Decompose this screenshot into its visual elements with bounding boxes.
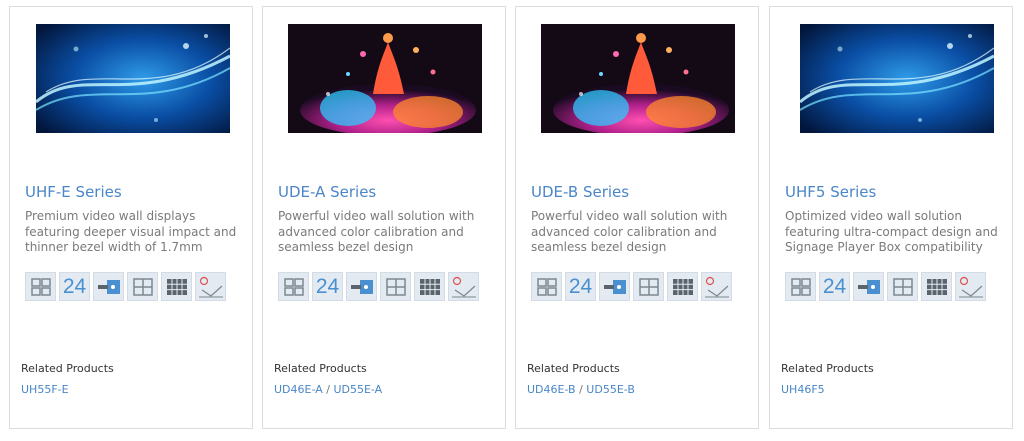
- feature-icons: 24: [531, 272, 732, 301]
- quad-screen-icon: [633, 272, 664, 301]
- description-line: seamless bezel design: [278, 240, 414, 254]
- multi-screen-grid-icon: [667, 272, 698, 301]
- description-line: Signage Player Box compatibility: [785, 240, 983, 254]
- related-product-link[interactable]: UD55E-A: [333, 383, 382, 396]
- video-wall-grid-icon: [785, 272, 816, 301]
- series-title[interactable]: UHF5 Series: [785, 183, 1004, 201]
- related-product-link[interactable]: UD55E-B: [586, 383, 635, 396]
- 24-hour-operation-icon: 24: [819, 272, 850, 301]
- related-product-link[interactable]: UH46F5: [781, 383, 825, 396]
- description-line: Powerful video wall solution with: [278, 209, 475, 223]
- video-wall-grid-icon: [278, 272, 309, 301]
- description-line: featuring ultra-compact design and: [785, 224, 998, 239]
- multi-screen-grid-icon: [414, 272, 445, 301]
- 24-hour-operation-icon: 24: [312, 272, 343, 301]
- link-separator: /: [575, 383, 587, 396]
- color-calibration-icon: [701, 272, 732, 301]
- related-products-label: Related Products: [781, 362, 874, 375]
- color-calibration-icon: [448, 272, 479, 301]
- series-description: Premium video wall displays featuring de…: [25, 209, 244, 256]
- series-description: Powerful video wall solution with advanc…: [531, 209, 750, 256]
- 24-hour-operation-icon: 24: [565, 272, 596, 301]
- product-card: UDE-A Series Powerful video wall solutio…: [262, 6, 506, 429]
- product-card: UHF5 Series Optimized video wall solutio…: [769, 6, 1013, 429]
- quad-screen-icon: [380, 272, 411, 301]
- feature-icons: 24: [25, 272, 226, 301]
- product-image[interactable]: [800, 24, 994, 133]
- related-products-links: UD46E-A / UD55E-A: [274, 383, 382, 396]
- link-separator: /: [322, 383, 334, 396]
- product-card: UDE-B Series Powerful video wall solutio…: [515, 6, 759, 429]
- video-wall-grid-icon: [25, 272, 56, 301]
- quad-screen-icon: [887, 272, 918, 301]
- related-products-links: UD46E-B / UD55E-B: [527, 383, 635, 396]
- product-image[interactable]: [541, 24, 735, 133]
- description-line: Premium video wall displays: [25, 209, 196, 223]
- description-line: seamless bezel design: [531, 240, 667, 254]
- color-calibration-icon: [195, 272, 226, 301]
- related-products-label: Related Products: [527, 362, 620, 375]
- 24-hour-operation-icon: 24: [59, 272, 90, 301]
- color-calibration-icon: [955, 272, 986, 301]
- related-products-label: Related Products: [21, 362, 114, 375]
- series-title[interactable]: UDE-A Series: [278, 183, 497, 201]
- quad-screen-icon: [127, 272, 158, 301]
- feature-icons: 24: [278, 272, 479, 301]
- media-player-icon: [853, 272, 884, 301]
- media-player-icon: [93, 272, 124, 301]
- media-player-icon: [346, 272, 377, 301]
- description-line: thinner bezel width of 1.7mm: [25, 240, 203, 254]
- related-product-link[interactable]: UD46E-A: [274, 383, 323, 396]
- product-card: UHF-E Series Premium video wall displays…: [9, 6, 253, 429]
- multi-screen-grid-icon: [161, 272, 192, 301]
- multi-screen-grid-icon: [921, 272, 952, 301]
- related-products-links: UH46F5: [781, 383, 825, 396]
- description-line: advanced color calibration and: [278, 224, 464, 239]
- description-line: advanced color calibration and: [531, 224, 717, 239]
- series-description: Optimized video wall solution featuring …: [785, 209, 1004, 256]
- feature-icons: 24: [785, 272, 986, 301]
- related-product-link[interactable]: UD46E-B: [527, 383, 576, 396]
- series-title[interactable]: UHF-E Series: [25, 183, 244, 201]
- related-products-links: UH55F-E: [21, 383, 69, 396]
- related-product-link[interactable]: UH55F-E: [21, 383, 69, 396]
- media-player-icon: [599, 272, 630, 301]
- product-image[interactable]: [36, 24, 230, 133]
- description-line: Powerful video wall solution with: [531, 209, 728, 223]
- description-line: featuring deeper visual impact and: [25, 224, 237, 239]
- related-products-label: Related Products: [274, 362, 367, 375]
- description-line: Optimized video wall solution: [785, 209, 962, 223]
- product-image[interactable]: [288, 24, 482, 133]
- video-wall-grid-icon: [531, 272, 562, 301]
- series-title[interactable]: UDE-B Series: [531, 183, 750, 201]
- series-description: Powerful video wall solution with advanc…: [278, 209, 497, 256]
